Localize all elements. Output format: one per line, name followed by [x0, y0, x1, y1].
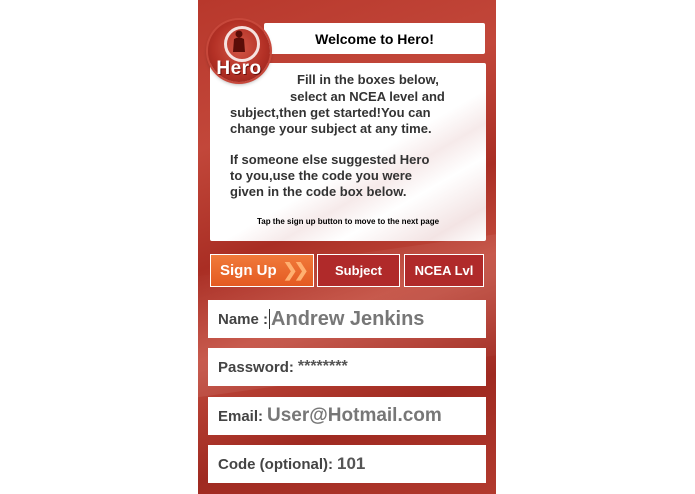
name-value: Andrew Jenkins — [271, 307, 425, 330]
intro-line-7: given in the code box below. — [230, 184, 407, 199]
signup-tab-label: Sign Up — [220, 262, 277, 279]
intro-line-1: Fill in the boxes below, — [297, 72, 439, 87]
intro-line-4: change your subject at any time. — [230, 121, 432, 136]
person-silhouette-icon — [233, 30, 245, 52]
welcome-text: Welcome to Hero! — [315, 30, 434, 47]
password-field[interactable]: Password: ******** — [208, 348, 486, 386]
password-label: Password: — [218, 358, 294, 376]
subject-tab[interactable]: Subject — [317, 254, 400, 287]
name-label: Name : — [218, 310, 269, 328]
double-chevron-right-icon: ❯❯ — [282, 260, 309, 280]
signup-tab[interactable]: Sign Up ❯❯ — [210, 254, 314, 287]
welcome-title: Welcome to Hero! — [264, 23, 485, 54]
intro-line-3: subject,then get started!You can — [230, 105, 431, 120]
intro-line-2: select an NCEA level and — [290, 89, 445, 104]
text-cursor — [269, 309, 271, 329]
intro-line-5: If someone else suggested Hero — [230, 152, 430, 167]
email-field[interactable]: Email: User@Hotmail.com — [208, 397, 486, 435]
code-field[interactable]: Code (optional): 101 — [208, 445, 486, 483]
intro-line-6: to you,use the code you were — [230, 168, 413, 183]
email-label: Email: — [218, 407, 264, 425]
code-label: Code (optional): — [218, 455, 333, 473]
logo-text: Hero — [216, 58, 262, 79]
ncea-level-tab[interactable]: NCEA Lvl — [404, 254, 484, 287]
password-value: ******** — [297, 358, 348, 375]
hero-logo: Hero — [208, 20, 270, 82]
ncea-tab-label: NCEA Lvl — [414, 263, 474, 278]
code-value: 101 — [336, 454, 366, 473]
email-value: User@Hotmail.com — [267, 405, 442, 426]
name-field[interactable]: Name : Andrew Jenkins — [208, 300, 486, 338]
tap-hint: Tap the sign up button to move to the ne… — [256, 217, 440, 226]
subject-tab-label: Subject — [335, 263, 382, 278]
